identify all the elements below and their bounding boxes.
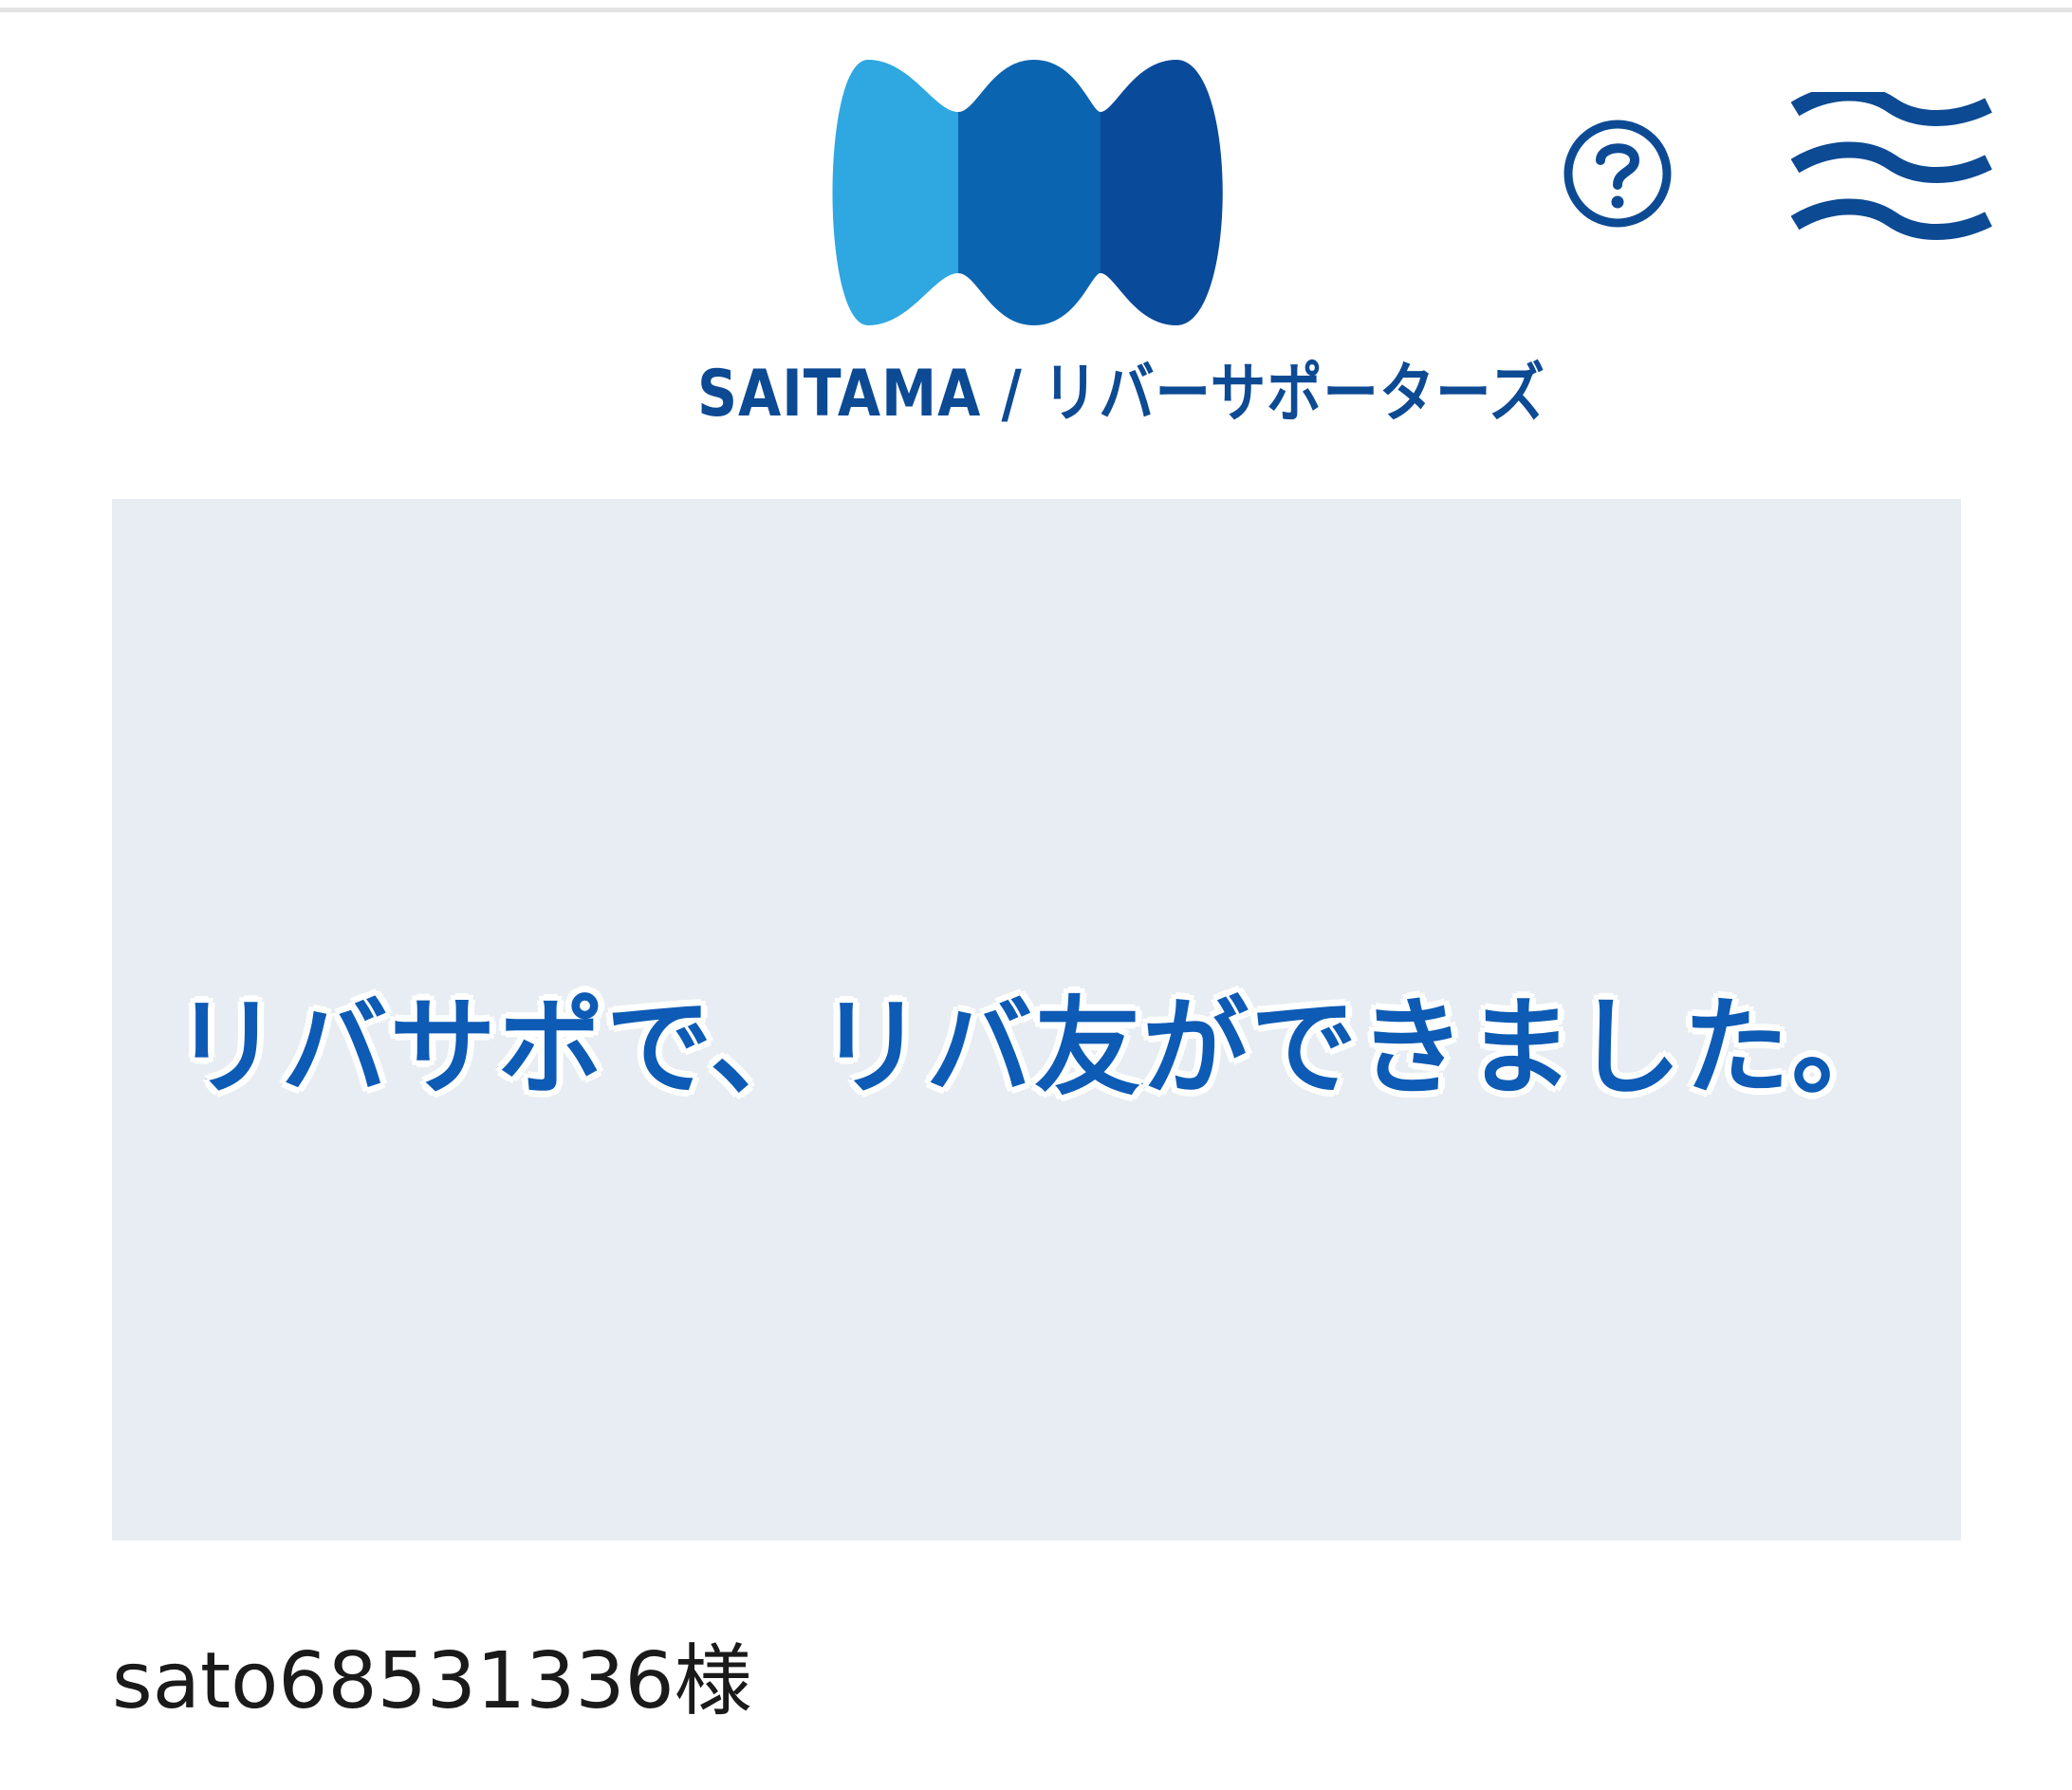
- site-logo[interactable]: SAITAMA / リバーサポーターズ: [697, 55, 1545, 444]
- wave-menu-icon: [1790, 84, 1992, 240]
- logo-lobe-left: [832, 60, 958, 325]
- menu-button[interactable]: [1790, 84, 1992, 244]
- app-header: SAITAMA / リバーサポーターズ: [0, 12, 2072, 458]
- help-button[interactable]: [1561, 117, 1674, 231]
- hero-banner: リバサポで、リバ友ができました。: [112, 499, 1961, 1541]
- logo-wordmark: SAITAMA / リバーサポーターズ: [697, 356, 1545, 432]
- logo-lobe-right: [1101, 60, 1223, 325]
- question-circle-icon: [1563, 120, 1672, 228]
- user-name: sato68531336様: [112, 1636, 752, 1726]
- logo-mark-icon: [832, 60, 1223, 325]
- logo-lobe-middle: [958, 60, 1101, 325]
- banner-message: リバサポで、リバ友ができました。: [172, 985, 1900, 1112]
